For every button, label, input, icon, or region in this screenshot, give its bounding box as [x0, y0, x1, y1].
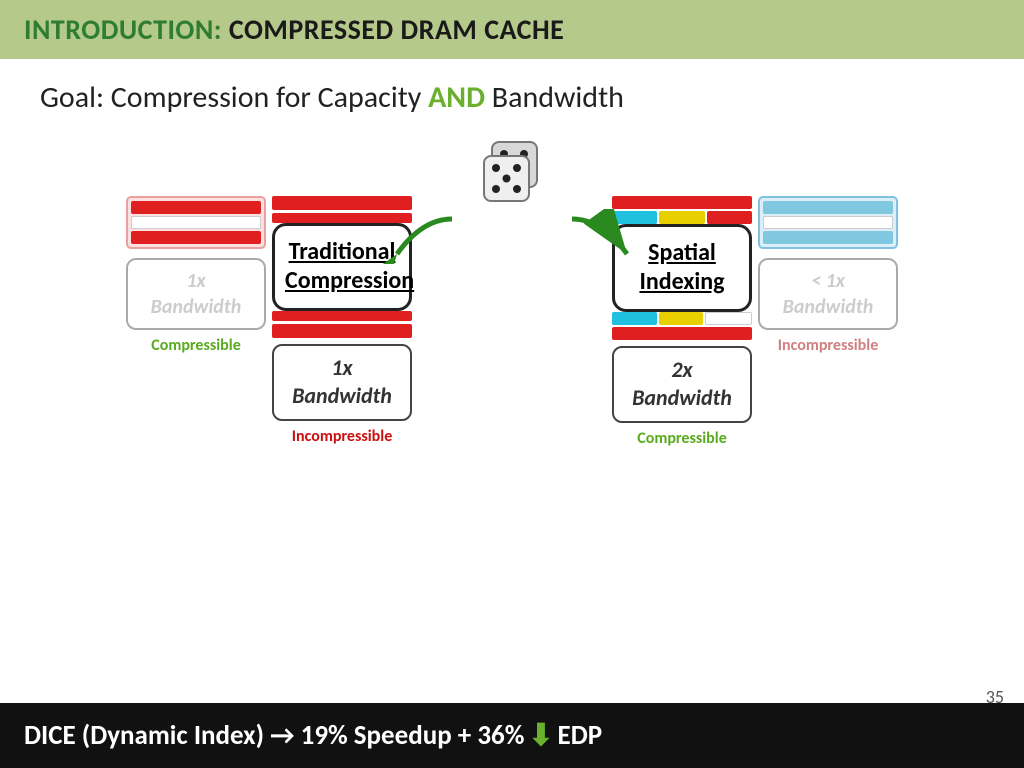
header-suffix: COMPRESSED DRAM CACHE — [222, 12, 564, 47]
dice-graphic — [462, 134, 562, 219]
right-col1-bw-label: 2xBandwidth — [620, 356, 744, 413]
rc2-bar-white — [763, 216, 893, 229]
goal-line: Goal: Compression for Capacity AND Bandw… — [30, 79, 994, 116]
right-col2-top-bars — [758, 196, 898, 249]
left-col1-bars — [131, 201, 261, 244]
left-col1-top-bars — [126, 196, 266, 249]
goal-after: Bandwidth — [485, 79, 624, 116]
left-col2-bw-label: 1xBandwidth — [280, 354, 404, 411]
left-col2-bw-box: 1xBandwidth — [272, 344, 412, 421]
bar-red — [131, 201, 261, 214]
bar-red2 — [131, 231, 261, 244]
right-col2-bw-label: < 1xBandwidth — [766, 268, 890, 320]
rc1-bars-color-row-bot — [612, 312, 752, 325]
left-col2-bar-bot2 — [272, 324, 412, 338]
bottom-bar: DICE (Dynamic Index) → 19% Speedup + 36%… — [0, 703, 1024, 768]
right-col1-bw-box: 2xBandwidth — [612, 346, 752, 423]
left-col2-category: Incompressible — [292, 427, 393, 446]
goal-and: AND — [428, 79, 485, 116]
rc1-bar-yellow-b — [659, 312, 704, 325]
bottom-text-before: DICE (Dynamic Index) → 19% Speedup + 36% — [24, 719, 524, 752]
rc1-bar-white — [705, 312, 752, 325]
bar-white — [131, 216, 261, 229]
rc1-bar-cyan-b — [612, 312, 657, 325]
right-col2: < 1xBandwidth Incompressible — [758, 196, 898, 448]
arrows-row — [382, 209, 642, 264]
rc2-bar-blue — [763, 201, 893, 214]
header: INTRODUCTION: COMPRESSED DRAM CACHE — [0, 0, 1024, 59]
rc1-bar-yellow — [659, 211, 704, 224]
main-content: Goal: Compression for Capacity AND Bandw… — [0, 59, 1024, 448]
right-arrow-icon — [562, 209, 642, 264]
right-col1-category: Compressible — [637, 429, 727, 448]
arrow-down-icon: ⬇ — [528, 717, 553, 754]
right-col2-bars — [763, 201, 893, 244]
right-col1-label: Spatial Indexing — [625, 239, 739, 297]
left-col1-bw-box: 1xBandwidth — [126, 258, 266, 330]
dice-svg — [462, 134, 562, 214]
header-prefix: INTRODUCTION: — [24, 12, 222, 47]
right-col2-category: Incompressible — [778, 336, 879, 355]
goal-before: Goal: Compression for Capacity — [40, 79, 428, 116]
left-side: 1xBandwidth Compressible TraditionalComp… — [126, 196, 412, 446]
header-title: INTRODUCTION: COMPRESSED DRAM CACHE — [24, 12, 564, 47]
rc1-bar-red-top — [612, 196, 752, 209]
bottom-text-after: EDP — [558, 719, 603, 752]
rc2-bar-blue2 — [763, 231, 893, 244]
right-col2-bw-box: < 1xBandwidth — [758, 258, 898, 330]
rc1-bar-red-bot — [612, 327, 752, 340]
left-col2-bar-bot — [272, 311, 412, 321]
left-col1-bw-label: 1xBandwidth — [134, 268, 258, 320]
rc1-bar-red2 — [707, 211, 752, 224]
diagram: 1xBandwidth Compressible TraditionalComp… — [30, 126, 994, 448]
left-arrow-icon — [382, 209, 462, 264]
left-col1-category: Compressible — [151, 336, 241, 355]
left-col1: 1xBandwidth Compressible — [126, 196, 266, 446]
right-side: Spatial Indexing 2xBandwidth Compressibl… — [612, 196, 898, 448]
dice-arrows-center — [412, 126, 612, 264]
left-col2-bar-top — [272, 196, 412, 210]
